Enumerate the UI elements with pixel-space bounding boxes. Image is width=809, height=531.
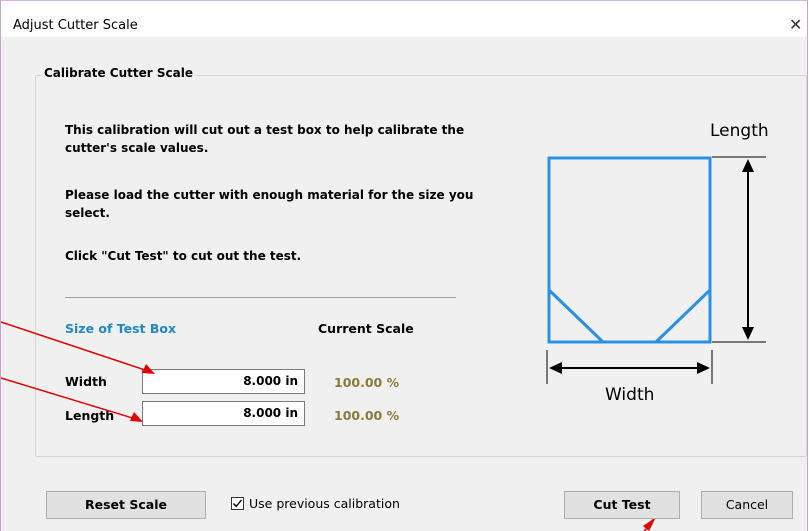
- length-arrow-head-down: [742, 327, 754, 340]
- cancel-button[interactable]: Cancel: [701, 491, 793, 519]
- annotation-arrowhead-length: [130, 412, 143, 422]
- width-arrow-head-left: [549, 362, 562, 374]
- checkmark-icon: [232, 499, 243, 508]
- test-box-right-diagonal: [654, 288, 712, 344]
- test-box-left-diagonal: [547, 288, 605, 344]
- cut-test-button[interactable]: Cut Test: [564, 491, 680, 519]
- length-arrow-head-up: [742, 159, 754, 172]
- width-arrow-head-right: [697, 362, 710, 374]
- annotation-arrowhead-cut-test: [643, 517, 656, 531]
- annotation-arrowhead-width: [142, 364, 155, 374]
- use-previous-calibration-label[interactable]: Use previous calibration: [249, 496, 400, 511]
- test-box-diagram-icon: [1, 156, 766, 531]
- use-previous-calibration-checkbox[interactable]: [231, 497, 244, 510]
- annotation-arrow-width: [1, 321, 152, 373]
- annotation-arrow-length: [1, 377, 140, 421]
- reset-scale-button[interactable]: Reset Scale: [46, 491, 206, 519]
- adjust-cutter-scale-dialog: Adjust Cutter Scale ✕ Calibrate Cutter S…: [0, 0, 808, 531]
